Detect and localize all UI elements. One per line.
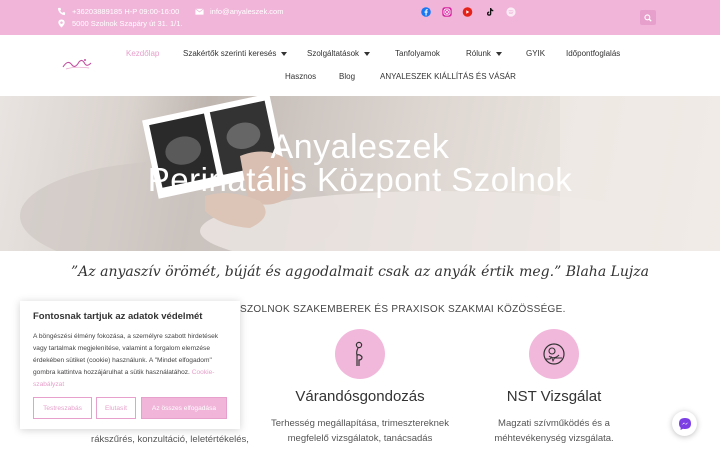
- phone-text: +36203889185 H-P 09:00-16:00: [72, 7, 180, 16]
- cookie-customize-button[interactable]: Testreszabás: [33, 397, 92, 419]
- site-logo[interactable]: [60, 56, 94, 72]
- nav-useful[interactable]: Hasznos: [285, 72, 316, 81]
- tiktok-icon[interactable]: [484, 6, 495, 17]
- phone-icon: [57, 7, 66, 16]
- messenger-chat-button[interactable]: [672, 411, 697, 436]
- nav-home-label: Kezdőlap: [126, 49, 160, 58]
- nav-exhibition[interactable]: ANYALESZEK KIÁLLÍTÁS ÉS VÁSÁR: [380, 72, 516, 81]
- nav-about[interactable]: Rólunk: [466, 49, 502, 58]
- phone-contact[interactable]: +36203889185 H-P 09:00-16:00: [57, 7, 179, 16]
- hero-title-line2: Perinatális Központ Szolnok: [147, 161, 573, 198]
- location-pin-icon: [58, 19, 65, 28]
- nav-useful-label: Hasznos: [285, 72, 317, 81]
- service-pregnancy-icon-circle: [335, 329, 385, 379]
- top-bar: +36203889185 H-P 09:00-16:00 5000 Szolno…: [0, 0, 720, 35]
- nav-about-label: Rólunk: [466, 49, 491, 58]
- cookie-body-text: A böngészési élmény fokozása, a személyr…: [33, 333, 219, 376]
- facebook-icon[interactable]: [420, 6, 431, 17]
- cookie-accept-all-button[interactable]: Az összes elfogadása: [141, 397, 227, 419]
- chevron-down-icon: [495, 51, 502, 56]
- email-contact[interactable]: info@anyaleszek.com: [195, 7, 283, 16]
- fetus-heartbeat-icon: [543, 343, 565, 365]
- instagram-icon[interactable]: [441, 6, 452, 17]
- service-text-gynecology: rákszűrés, konzultáció, leletértékelés,: [91, 434, 249, 445]
- service-text-nst: Magzati szívműködés és a méhtevékenység …: [494, 418, 614, 444]
- quote-text: ”Az anyaszív örömét, búját és aggodalmai…: [71, 264, 649, 280]
- service-nst-icon-circle: [529, 329, 579, 379]
- nav-services[interactable]: Szolgáltatások: [307, 49, 371, 58]
- cookie-reject-button[interactable]: Elutasít: [96, 397, 136, 419]
- nav-courses[interactable]: Tanfolyamok: [395, 49, 440, 58]
- cookie-consent-dialog: Fontosnak tartjuk az adatok védelmét A b…: [20, 301, 240, 429]
- nav-experts-search[interactable]: Szakértők szerinti keresés: [183, 49, 288, 58]
- email-text: info@anyaleszek.com: [210, 7, 284, 16]
- nav-home[interactable]: Kezdőlap: [126, 49, 159, 58]
- nav-booking-label: Időpontfoglalás: [566, 49, 621, 58]
- chevron-down-icon: [281, 51, 288, 56]
- main-navigation: [0, 35, 720, 96]
- address-contact[interactable]: 5000 Szolnok Szapáry út 31. 1/1.: [57, 19, 183, 28]
- nav-courses-label: Tanfolyamok: [395, 49, 440, 58]
- cookie-body: A böngészési élmény fokozása, a személyr…: [33, 331, 227, 391]
- service-title-prenatal: Várandósgondozás: [295, 388, 425, 405]
- nav-faq[interactable]: GYIK: [526, 49, 545, 58]
- nav-services-label: Szolgáltatások: [307, 49, 360, 58]
- nav-experts-search-label: Szakértők szerinti keresés: [183, 49, 277, 58]
- nav-exhibition-label: ANYALESZEK KIÁLLÍTÁS ÉS VÁSÁR: [380, 72, 516, 81]
- nav-faq-label: GYIK: [526, 49, 546, 58]
- nav-blog-label: Blog: [339, 72, 356, 81]
- service-text-prenatal: Terhesség megállapítása, trimesztereknek…: [271, 418, 449, 444]
- pregnant-woman-icon: [355, 341, 363, 366]
- hero-banner: Anyaleszek Perinatális Központ Szolnok: [0, 96, 720, 251]
- envelope-icon: [195, 8, 204, 15]
- search-button[interactable]: [640, 10, 656, 25]
- spotify-icon[interactable]: [505, 6, 516, 17]
- search-icon: [644, 13, 652, 22]
- cookie-title: Fontosnak tartjuk az adatok védelmét: [33, 311, 203, 322]
- service-title-nst: NST Vizsgálat: [506, 388, 602, 405]
- nav-booking[interactable]: Időpontfoglalás: [566, 49, 620, 58]
- nav-blog[interactable]: Blog: [339, 72, 355, 81]
- messenger-icon: [678, 417, 691, 430]
- address-text: 5000 Szolnok Szapáry út 31. 1/1.: [72, 19, 183, 28]
- youtube-icon[interactable]: [462, 6, 473, 17]
- chevron-down-icon: [364, 51, 371, 56]
